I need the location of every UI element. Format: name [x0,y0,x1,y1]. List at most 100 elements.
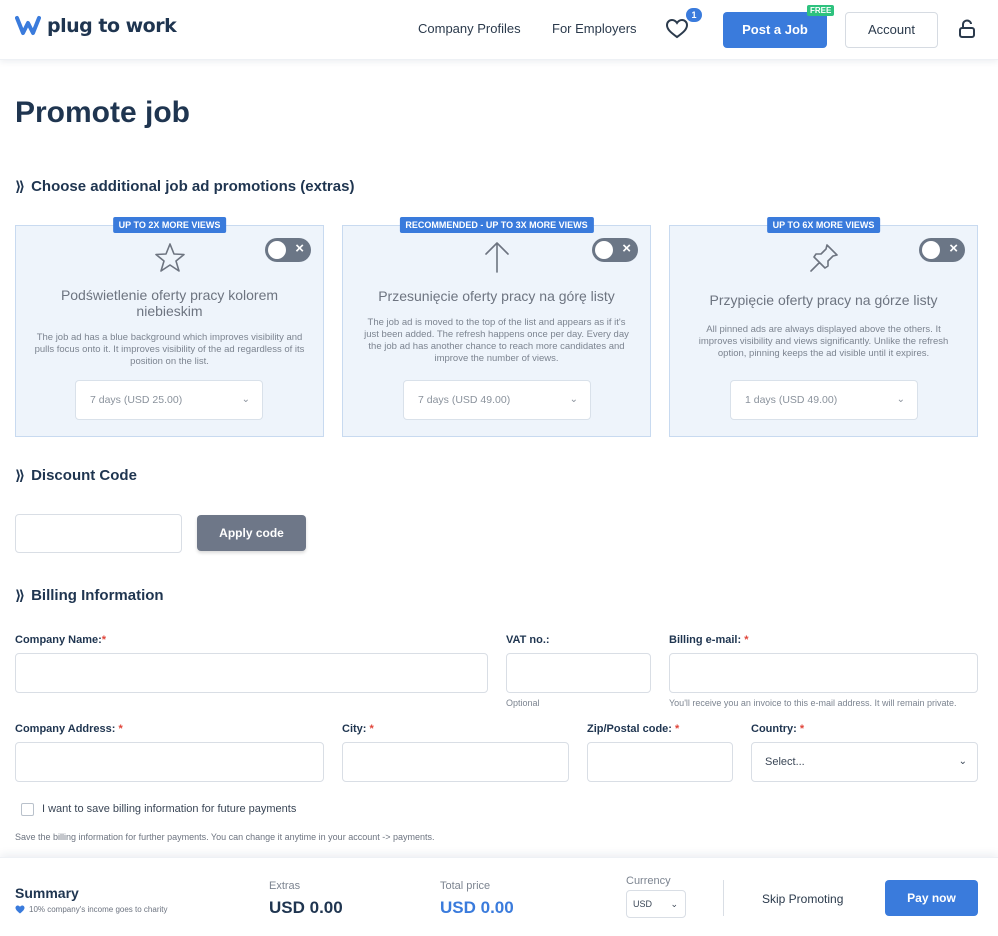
required-mark: * [118,723,123,735]
chevron-down-icon: ⌄ [241,394,250,405]
save-billing-checkbox[interactable] [21,803,34,816]
company-address-label: Company Address: * [15,723,123,735]
promo-description: The job ad is moved to the top of the li… [364,317,629,364]
discount-section-title: ⟫ Discount Code [15,467,137,484]
lock-icon[interactable] [958,19,976,39]
promo-card-highlight: UP TO 2X MORE VIEWS × Podświetlenie ofer… [15,217,324,437]
toggle-knob [922,241,940,259]
vat-label: VAT no.: [506,634,550,646]
billing-email-label-text: Billing e-mail: [669,634,742,646]
top-header: plug to work Company Profiles For Employ… [0,0,998,60]
apply-code-button[interactable]: Apply code [197,515,306,551]
vat-hint: Optional [506,698,540,708]
zip-label: Zip/Postal code: * [587,723,679,735]
company-name-label: Company Name:* [15,634,106,646]
section-marker-icon: ⟫ [15,467,26,483]
toggle-off-icon: × [295,240,304,257]
promo-duration-select[interactable]: 1 days (USD 49.00) ⌄ [730,380,918,420]
promo-duration-value: 7 days (USD 49.00) [418,394,511,406]
vat-field[interactable] [506,653,651,693]
billing-section-title: ⟫ Billing Information [15,587,164,604]
site-logo[interactable]: plug to work [15,15,177,37]
star-icon [154,243,185,272]
toggle-off-icon: × [622,240,631,257]
required-mark: * [675,723,680,735]
promo-toggle[interactable]: × [265,238,311,262]
save-billing-note: Save the billing information for further… [15,832,435,842]
page-title: Promote job [15,96,191,129]
chevron-down-icon: ⌄ [958,756,967,767]
skip-promoting-button[interactable]: Skip Promoting [762,892,843,906]
section-marker-icon: ⟫ [15,178,26,194]
promo-description: The job ad has a blue background which i… [34,332,305,367]
toggle-knob [595,241,613,259]
promo-title: Podświetlenie oferty pracy kolorem niebi… [60,287,279,319]
promo-description: All pinned ads are always displayed abov… [698,324,949,359]
promo-duration-value: 7 days (USD 25.00) [90,394,183,406]
charity-note: 10% company's income goes to charity [15,905,167,914]
toggle-off-icon: × [949,240,958,257]
save-billing-label[interactable]: I want to save billing information for f… [42,803,296,815]
account-button[interactable]: Account [845,12,938,48]
nav-for-employers[interactable]: For Employers [552,21,637,36]
chevron-down-icon: ⌄ [896,394,905,405]
country-select-value: Select... [765,756,805,768]
post-job-button[interactable]: Post a Job [723,12,827,48]
heart-icon[interactable] [666,19,688,39]
city-label-text: City: [342,723,367,735]
promo-badge: UP TO 6X MORE VIEWS [766,217,881,233]
promotions-section-title: ⟫ Choose additional job ad promotions (e… [15,178,354,195]
required-mark: * [799,723,805,735]
zip-field[interactable] [587,742,733,782]
discount-code-input[interactable] [15,514,182,553]
promo-duration-select[interactable]: 7 days (USD 25.00) ⌄ [75,380,263,420]
summary-divider [723,880,724,916]
billing-email-label: Billing e-mail: * [669,634,748,646]
promo-toggle[interactable]: × [592,238,638,262]
favorites-count-badge: 1 [686,8,702,22]
required-mark: * [744,634,749,646]
billing-heading: Billing Information [31,587,164,604]
pin-icon [809,244,838,272]
extras-value: USD 0.00 [269,898,343,917]
chevron-down-icon: ⌄ [569,394,578,405]
summary-bar: Summary 10% company's income goes to cha… [0,857,998,936]
promo-badge: UP TO 2X MORE VIEWS [112,217,227,233]
promo-duration-value: 1 days (USD 49.00) [745,394,838,406]
zip-label-text: Zip/Postal code: [587,723,672,735]
company-address-label-text: Company Address: [15,723,116,735]
logo-text: plug to work [47,15,177,37]
country-select[interactable]: Select... ⌄ [751,742,978,782]
promo-duration-select[interactable]: 7 days (USD 49.00) ⌄ [403,380,591,420]
city-label: City: * [342,723,374,735]
toggle-knob [268,241,286,259]
company-address-field[interactable] [15,742,324,782]
company-name-field[interactable] [15,653,488,693]
city-field[interactable] [342,742,569,782]
extras-label: Extras [269,880,301,892]
currency-select[interactable]: USD ⌄ [626,890,686,918]
promo-badge: RECOMMENDED - UP TO 3X MORE VIEWS [399,217,594,233]
promo-toggle[interactable]: × [919,238,965,262]
summary-title: Summary [15,885,79,901]
discount-heading: Discount Code [31,467,137,484]
required-mark: * [369,723,374,735]
promotions-heading: Choose additional job ad promotions (ext… [31,178,355,195]
billing-email-hint: You'll receive you an invoice to this e-… [669,698,957,708]
required-mark: * [101,634,107,646]
billing-email-field[interactable] [669,653,978,693]
arrow-up-icon [484,242,509,273]
logo-icon [15,16,41,35]
charity-note-text: 10% company's income goes to charity [29,905,168,914]
promo-title: Przypięcie oferty pracy na górze listy [709,292,938,308]
currency-value: USD [633,899,653,909]
chevron-down-icon: ⌄ [670,899,678,909]
free-badge: FREE [807,5,835,16]
country-label-text: Country: [751,723,797,735]
heart-filled-icon [15,905,25,914]
country-label: Country: * [751,723,804,735]
total-price-label: Total price [440,880,491,892]
pay-now-button[interactable]: Pay now [885,880,978,916]
nav-company-profiles[interactable]: Company Profiles [418,21,521,36]
company-name-label-text: Company Name: [15,634,102,646]
